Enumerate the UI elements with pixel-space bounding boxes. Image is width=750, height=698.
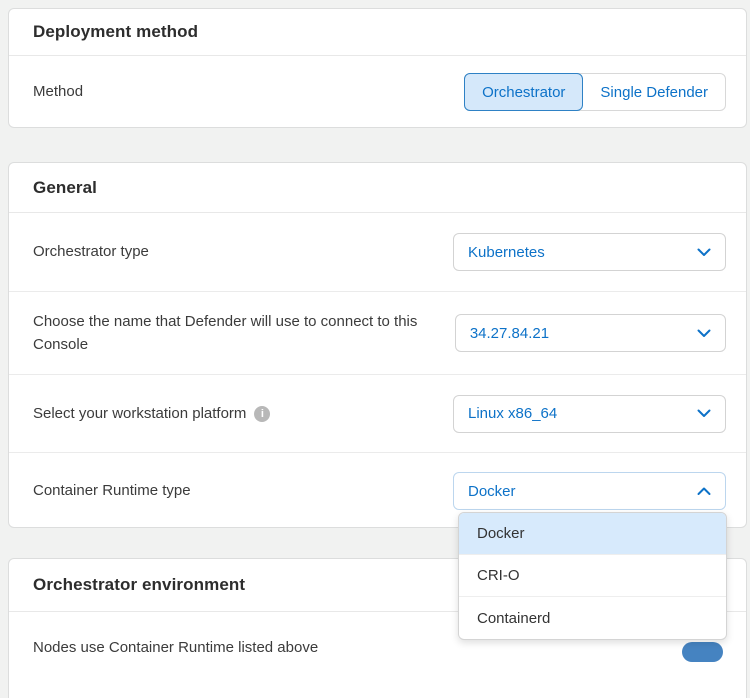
orchestrator-type-label: Orchestrator type [33,243,149,261]
chevron-up-icon [697,487,711,496]
general-title: General [9,163,746,213]
container-runtime-label: Container Runtime type [33,482,191,500]
chevron-down-icon [697,329,711,338]
method-toggle-group: Orchestrator Single Defender [464,73,726,111]
chevron-down-icon [697,248,711,257]
workstation-platform-value: Linux x86_64 [468,405,558,422]
env-row-label: Nodes use Container Runtime listed above [33,639,319,656]
container-runtime-dropdown-menu: Docker CRI-O Containerd [458,512,727,640]
orchestrator-type-row: Orchestrator type Kubernetes [9,213,746,292]
workstation-platform-label: Select your workstation platform i [33,402,271,425]
method-option-single-defender[interactable]: Single Defender [583,74,725,110]
info-icon[interactable]: i [254,405,271,422]
runtime-option-docker[interactable]: Docker [459,513,726,555]
workstation-platform-row: Select your workstation platform i Linux… [9,375,746,453]
method-label: Method [33,83,84,101]
chevron-down-icon [697,409,711,418]
runtime-option-cri-o[interactable]: CRI-O [459,555,726,597]
console-name-value: 34.27.84.21 [469,324,550,342]
env-row-toggle[interactable] [682,642,723,662]
deployment-method-title: Deployment method [9,9,746,56]
console-name-label: Choose the name that Defender will use t… [33,312,418,353]
method-option-orchestrator[interactable]: Orchestrator [464,73,584,111]
orchestrator-type-select[interactable]: Kubernetes [453,233,726,271]
orchestrator-type-value: Kubernetes [468,243,545,261]
method-row: Method Orchestrator Single Defender [9,56,746,128]
workstation-platform-select[interactable]: Linux x86_64 [453,394,726,433]
runtime-option-containerd[interactable]: Containerd [459,597,726,639]
container-runtime-value: Docker [468,482,516,500]
console-name-row: Choose the name that Defender will use t… [9,292,746,375]
console-name-select[interactable]: 34.27.84.21 [454,314,726,352]
deployment-method-section: Deployment method Method Orchestrator Si… [8,8,747,128]
general-section: General Orchestrator type Kubernetes Cho… [8,162,747,528]
container-runtime-select[interactable]: Docker [453,472,726,510]
